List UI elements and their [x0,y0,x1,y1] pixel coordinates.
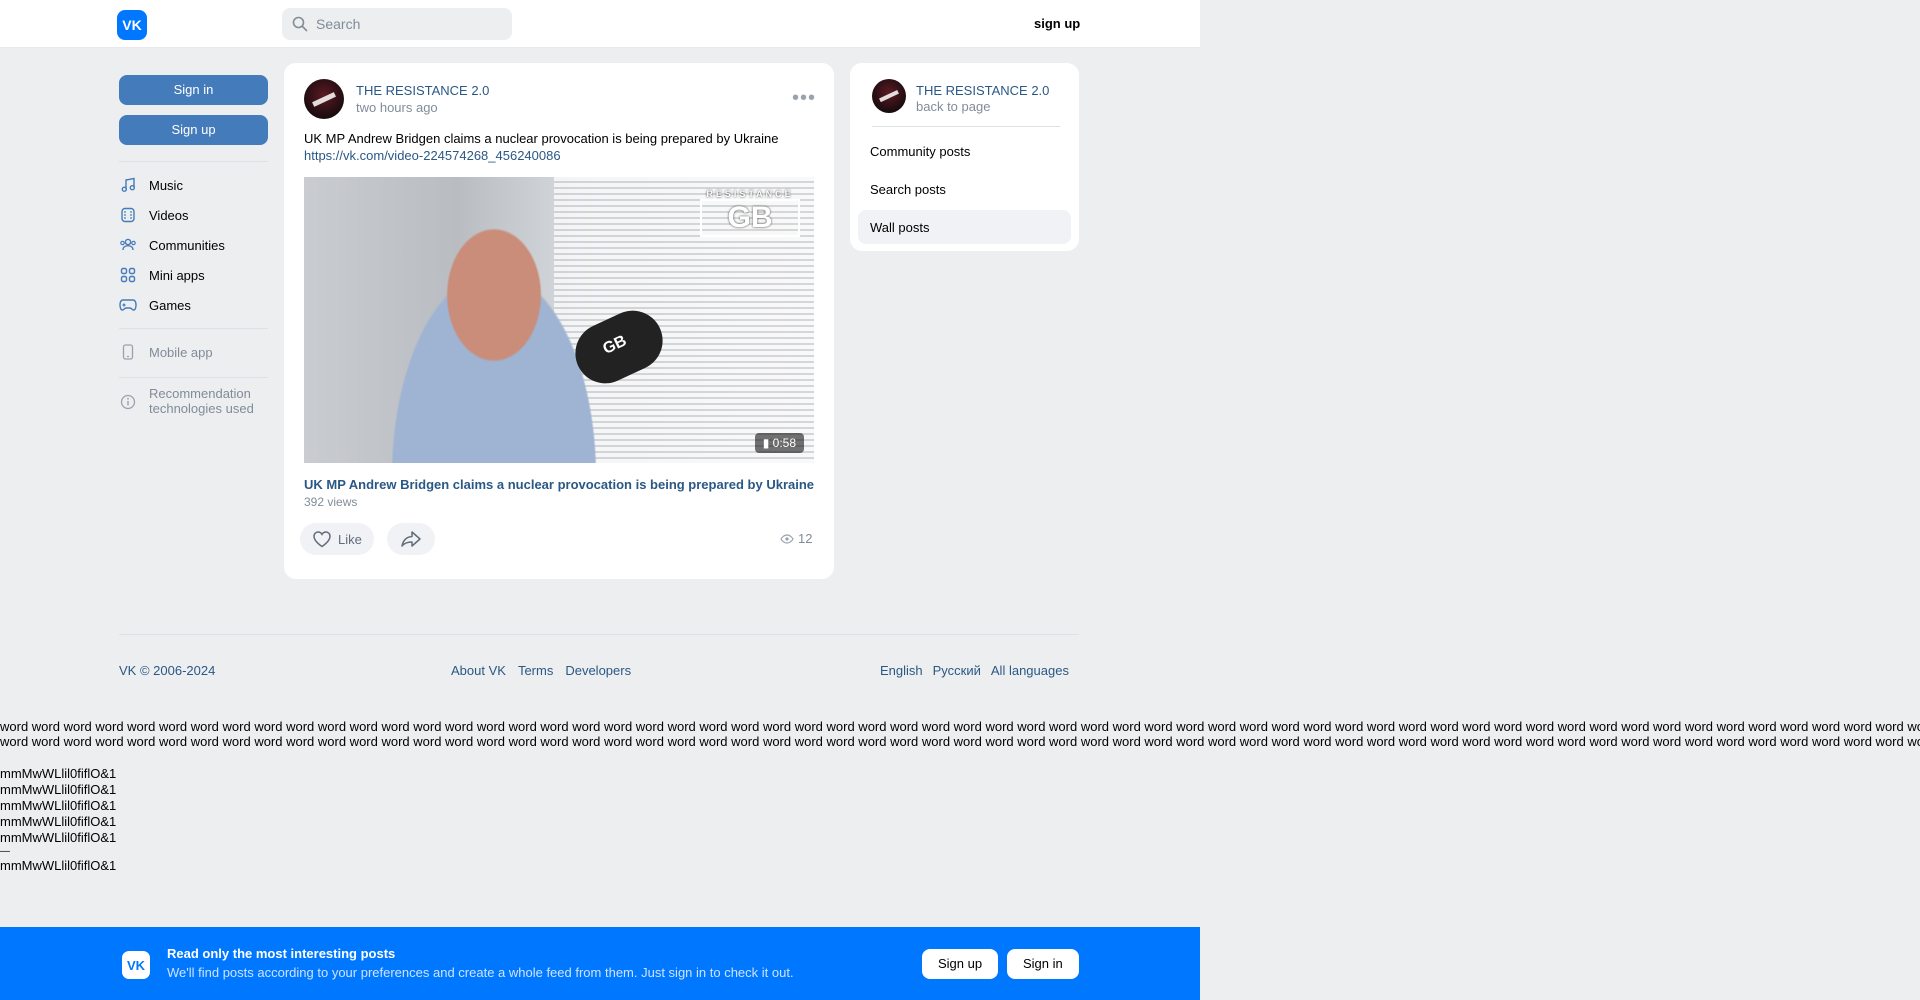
community-avatar-small[interactable] [872,79,906,113]
nav-label: Recommendation technologies used [149,386,254,416]
footer-link-terms[interactable]: Terms [518,663,553,678]
microphone-label: GB [600,332,630,358]
language-english[interactable]: English [880,663,923,678]
left-nav: Sign in Sign up Music Videos Communities… [119,75,268,422]
videos-icon [119,206,137,224]
glyph-line: mmMwWLlil0fiflO&1 [0,782,117,797]
nav-item-mobile-app[interactable]: Mobile app [119,337,268,367]
word-line: word word word word word word word word … [0,719,1920,734]
heart-icon [313,531,331,548]
nav-item-games[interactable]: Games [119,290,268,320]
vk-logo-icon[interactable]: VK [117,10,147,40]
watermark-main: GB [700,199,800,237]
header-signup-link[interactable]: sign up [1034,16,1080,31]
share-icon [401,531,421,547]
games-icon [119,296,137,314]
signin-banner: VK Read only the most interesting posts … [0,927,1200,1000]
glyph-line: mmMwWLlil0fiflO&1 [0,830,117,845]
menu-item-search-posts[interactable]: Search posts [858,172,1071,206]
nav-label: Mini apps [149,267,205,283]
banner-subtitle: We'll find posts according to your prefe… [167,965,794,980]
banner-sign-in-button[interactable]: Sign in [1007,949,1079,979]
glyph-line: mmMwWLlil0fiflO&1 [0,814,117,829]
search-icon [292,16,308,32]
post-author-link[interactable]: THE RESISTANCE 2.0 [356,83,489,98]
banner-title: Read only the most interesting posts [167,946,396,961]
search-input[interactable]: Search [282,8,512,40]
music-icon [119,176,137,194]
language-russian[interactable]: Русский [933,663,981,678]
nav-item-communities[interactable]: Communities [119,230,268,260]
glyph-line: mmMwWLlil0fiflO&1 [0,766,117,781]
recommendation-line1: Recommendation [149,386,251,401]
footer-link-about[interactable]: About VK [451,663,506,678]
footer-divider [119,634,1079,635]
glyph-line: mmMwWLlil0fiflO&1 [0,798,117,813]
language-all[interactable]: All languages [991,663,1069,678]
share-button[interactable] [387,523,435,555]
signal-icon: ▮ [762,436,770,450]
community-avatar[interactable] [304,79,344,119]
word-test-text: word word word word word word word word … [0,719,1920,749]
word-line: word word word word word word word word … [0,734,1920,749]
like-label: Like [338,531,362,547]
eye-icon [780,533,794,544]
post-text: UK MP Andrew Bridgen claims a nuclear pr… [304,131,779,146]
glyph-line: mmMwWLlil0fiflO&1 [0,858,117,873]
nav-label: Games [149,297,191,313]
nav-label: Mobile app [149,344,213,360]
nav-divider [119,328,268,329]
view-count: 12 [798,531,813,546]
banner-sign-up-button[interactable]: Sign up [922,949,999,979]
glyph-test-text: mmMwWLlil0fiflO&1 mmMwWLlil0fiflO&1 mmMw… [0,766,116,874]
nav-item-videos[interactable]: Videos [119,200,268,230]
post-time[interactable]: two hours ago [356,100,438,115]
video-views: 392 views [304,495,358,509]
post-video-link[interactable]: https://vk.com/video-224574268_456240086 [304,148,561,163]
nav-divider [119,161,268,162]
communities-icon [119,236,137,254]
post-view-count: 12 [780,531,812,546]
community-name-link[interactable]: THE RESISTANCE 2.0 [916,83,1049,98]
footer-link-developers[interactable]: Developers [565,663,631,678]
more-options-icon[interactable]: ••• [792,87,816,110]
nav-item-music[interactable]: Music [119,170,268,200]
sign-in-button[interactable]: Sign in [119,75,268,105]
info-icon [119,393,137,411]
footer-links: About VK Terms Developers [451,663,631,678]
nav-item-recommendation[interactable]: Recommendation technologies used [119,386,268,422]
dash-line: — [0,846,10,857]
watermark-top: RESISTANCE [706,189,794,199]
search-placeholder: Search [316,16,361,32]
nav-divider [119,377,268,378]
footer-languages: English Русский All languages [880,663,1069,678]
community-menu-card: THE RESISTANCE 2.0 back to page Communit… [850,63,1079,251]
mini-apps-icon [119,266,137,284]
video-duration: ▮ 0:58 [754,433,804,453]
vk-logo-icon: VK [122,951,150,979]
nav-item-mini-apps[interactable]: Mini apps [119,260,268,290]
video-thumbnail[interactable]: GB RESISTANCE GB ▮ 0:58 [304,177,814,463]
menu-item-community-posts[interactable]: Community posts [858,134,1071,168]
like-button[interactable]: Like [300,523,374,555]
sign-up-button[interactable]: Sign up [119,115,268,145]
phone-icon [119,343,137,361]
footer-copyright[interactable]: VK © 2006-2024 [119,663,215,678]
duration-label: 0:58 [772,436,796,450]
nav-label: Videos [149,207,189,223]
resistance-gb-watermark: RESISTANCE GB [700,189,800,239]
nav-label: Communities [149,237,225,253]
top-bar: VK Search sign up [0,0,1200,48]
card-divider [872,126,1060,127]
post-card: THE RESISTANCE 2.0 two hours ago ••• UK … [284,63,834,579]
nav-label: Music [149,177,183,193]
recommendation-line2: technologies used [149,401,254,416]
back-to-page-link[interactable]: back to page [916,99,990,114]
menu-item-wall-posts[interactable]: Wall posts [858,210,1071,244]
video-title-link[interactable]: UK MP Andrew Bridgen claims a nuclear pr… [304,477,814,492]
